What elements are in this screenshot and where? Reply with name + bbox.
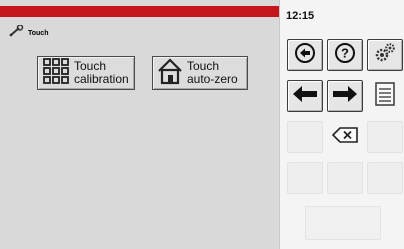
back-circle-icon xyxy=(294,42,316,69)
breadcrumb: Touch xyxy=(8,24,49,42)
touch-auto-zero-label: Touch auto-zero xyxy=(187,59,238,86)
gears-icon xyxy=(373,42,397,69)
delete-button[interactable] xyxy=(327,121,363,153)
arrow-right-button[interactable] xyxy=(327,80,363,112)
home-icon xyxy=(157,57,183,90)
settings-button[interactable] xyxy=(367,39,403,71)
clock: 12:15 xyxy=(286,10,315,22)
page-title: Touch xyxy=(28,29,49,37)
keypad-wide-blank-key xyxy=(305,206,381,240)
keypad-blank-key xyxy=(287,121,323,153)
help-button[interactable]: ? xyxy=(327,39,363,71)
back-button[interactable] xyxy=(287,39,323,71)
arrow-right-icon xyxy=(332,85,358,108)
grid-icon xyxy=(42,57,70,90)
save-button[interactable] xyxy=(367,80,403,112)
keypad-blank-key xyxy=(367,162,403,194)
keypad-blank-key xyxy=(367,121,403,153)
backspace-icon xyxy=(331,126,358,148)
svg-text:?: ? xyxy=(341,45,349,60)
keypad-blank-key xyxy=(327,162,363,194)
help-icon: ? xyxy=(334,42,356,69)
touch-auto-zero-button[interactable]: Touch auto-zero xyxy=(152,56,248,90)
arrow-left-icon xyxy=(292,85,318,108)
arrow-left-button[interactable] xyxy=(287,80,323,112)
touch-calibration-label: Touch calibration xyxy=(74,59,129,86)
touch-settings-screen: Touch Touch calibration Touch auto-zero … xyxy=(0,0,404,249)
wrench-icon xyxy=(8,24,24,42)
keypad-blank-key xyxy=(287,162,323,194)
save-icon xyxy=(374,81,396,112)
main-pane: Touch Touch calibration Touch auto-zero xyxy=(0,0,279,249)
title-bar xyxy=(0,6,279,17)
touch-calibration-button[interactable]: Touch calibration xyxy=(37,56,135,90)
